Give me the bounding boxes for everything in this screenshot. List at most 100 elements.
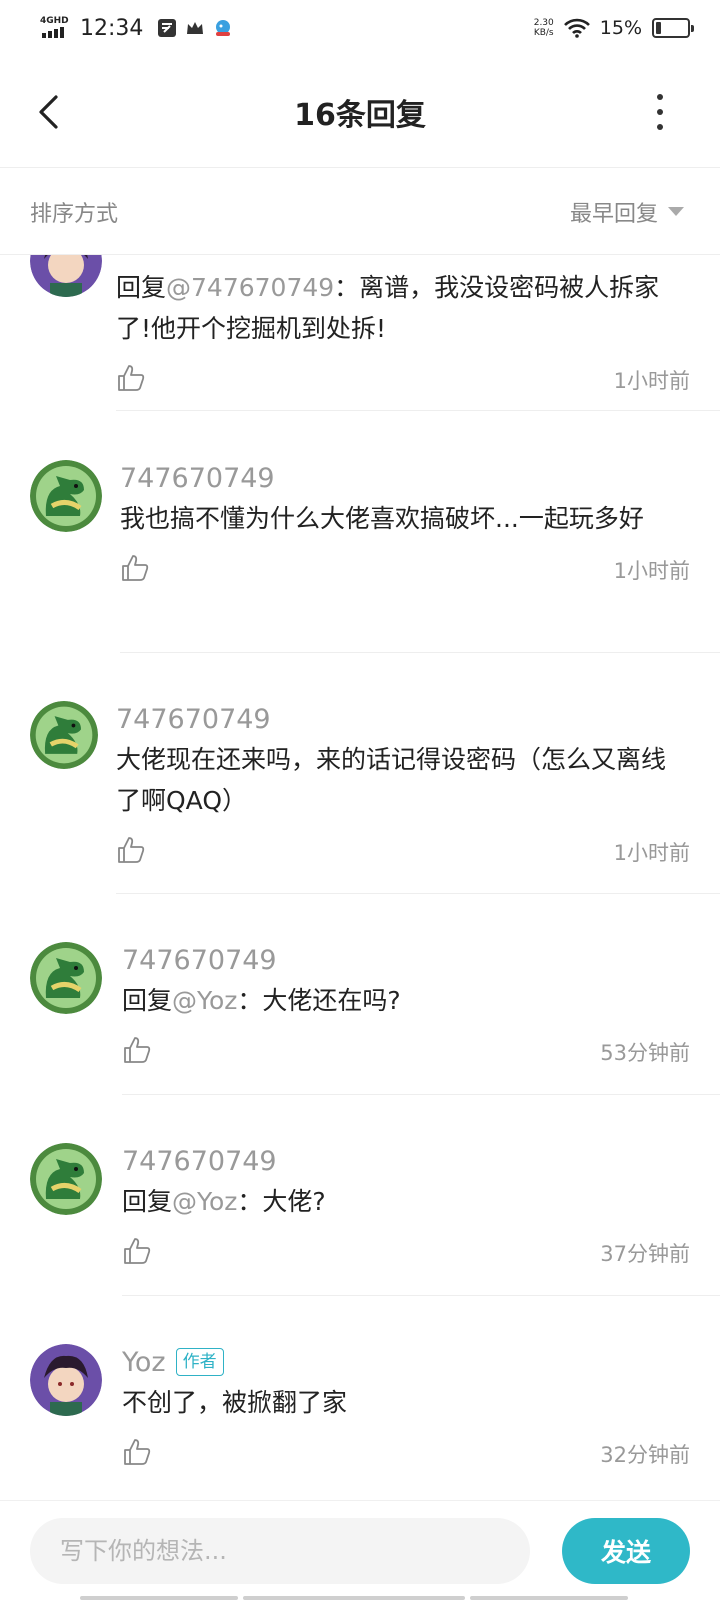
reply-text: 回复@Yoz：大佬还在吗? bbox=[122, 980, 690, 1021]
anime-avatar-image bbox=[30, 255, 102, 297]
status-bar-right: 2.30 KB/s 15% bbox=[534, 17, 694, 39]
like-icon[interactable] bbox=[122, 1035, 152, 1065]
reply-text: 我也搞不懂为什么大佬喜欢搞破坏...一起玩多好 bbox=[120, 498, 690, 539]
reply-footer: 37分钟前 bbox=[122, 1236, 690, 1276]
reply-prefix: 回复 bbox=[116, 273, 167, 302]
caret-down-icon bbox=[668, 207, 684, 216]
reply-divider bbox=[120, 652, 720, 653]
reply-message: ：大佬? bbox=[237, 1187, 326, 1216]
reply-footer: 1小时前 bbox=[116, 835, 690, 875]
reply-content: 747670749 大佬现在还来吗，来的话记得设密码（怎么又离线了啊QAQ） 1… bbox=[116, 701, 690, 875]
like-icon[interactable] bbox=[120, 553, 150, 583]
reply-footer: 53分钟前 bbox=[122, 1035, 690, 1075]
reply-message: 我也搞不懂为什么大佬喜欢搞破坏...一起玩多好 bbox=[120, 504, 644, 533]
reply-message: 不创了，被掀翻了家 bbox=[122, 1388, 348, 1417]
reply-username[interactable]: 747670749 bbox=[122, 1143, 690, 1179]
network-speed-value: 2.30 bbox=[533, 18, 554, 28]
battery-icon bbox=[652, 18, 694, 38]
username-text: 747670749 bbox=[122, 1145, 277, 1177]
sort-bar: 排序方式 最早回复 bbox=[0, 169, 720, 255]
cellular-signal-icon: 4GHD bbox=[40, 16, 70, 40]
crown-icon bbox=[187, 22, 204, 34]
username-text: 747670749 bbox=[120, 462, 275, 494]
network-speed: 2.30 KB/s bbox=[534, 18, 554, 38]
reply-divider bbox=[116, 410, 720, 411]
avatar[interactable] bbox=[30, 1344, 102, 1416]
mention-link[interactable]: @Yoz bbox=[172, 986, 237, 1015]
reply-prefix: 回复 bbox=[122, 986, 173, 1015]
like-icon[interactable] bbox=[122, 1437, 152, 1467]
dino-avatar-image bbox=[30, 460, 102, 532]
avatar[interactable] bbox=[30, 942, 102, 1014]
reply-time: 53分钟前 bbox=[600, 1041, 690, 1065]
reply-time: 1小时前 bbox=[613, 559, 690, 583]
network-speed-unit: KB/s bbox=[533, 28, 554, 38]
header-bar: 16条回复 bbox=[0, 56, 720, 168]
reply-text: 回复@747670749：离谱，我没设密码被人拆家了!他开个挖掘机到处拆! bbox=[116, 267, 690, 349]
reply-username[interactable]: 747670749 bbox=[120, 460, 690, 496]
reply-message: 大佬现在还来吗，来的话记得设密码（怎么又离线了啊QAQ） bbox=[116, 745, 667, 815]
nav-indicator bbox=[80, 1596, 238, 1600]
nav-indicator bbox=[243, 1596, 465, 1600]
page-title: 16条回复 bbox=[294, 97, 426, 133]
avatar[interactable] bbox=[30, 701, 98, 769]
reply-time: 1小时前 bbox=[613, 841, 690, 865]
sort-selected-value: 最早回复 bbox=[569, 201, 658, 227]
dino-avatar-image bbox=[30, 942, 102, 1014]
bird-app-icon bbox=[216, 20, 231, 36]
comment-input[interactable] bbox=[30, 1518, 530, 1584]
sort-label: 排序方式 bbox=[30, 201, 119, 227]
reply-username[interactable]: Yoz 作者 bbox=[122, 1344, 690, 1380]
mention-link[interactable]: @Yoz bbox=[172, 1187, 237, 1216]
like-icon[interactable] bbox=[122, 1236, 152, 1266]
battery-level bbox=[656, 22, 661, 34]
reply-content: 747670749 我也搞不懂为什么大佬喜欢搞破坏...一起玩多好 1小时前 bbox=[120, 460, 690, 593]
reply-username[interactable]: 747670749 bbox=[122, 942, 690, 978]
reply-divider bbox=[122, 1295, 720, 1296]
network-type: 4GHD bbox=[40, 16, 69, 26]
reply-content: 回复@747670749：离谱，我没设密码被人拆家了!他开个挖掘机到处拆! 1小… bbox=[116, 265, 690, 403]
battery-percentage: 15% bbox=[599, 17, 642, 39]
avatar[interactable] bbox=[30, 255, 102, 297]
avatar[interactable] bbox=[30, 460, 102, 532]
avatar[interactable] bbox=[30, 1143, 102, 1215]
username-text: 747670749 bbox=[122, 944, 277, 976]
username-text: Yoz bbox=[122, 1346, 166, 1378]
reply-text: 大佬现在还来吗，来的话记得设密码（怎么又离线了啊QAQ） bbox=[116, 739, 690, 821]
status-bar: 4GHD 12:34 2.30 KB/s 15% bbox=[0, 0, 720, 56]
like-icon[interactable] bbox=[116, 363, 146, 393]
more-options-button[interactable] bbox=[650, 94, 670, 130]
username-text: 747670749 bbox=[116, 703, 271, 735]
reply-footer: 1小时前 bbox=[120, 553, 690, 593]
back-button[interactable] bbox=[28, 92, 68, 132]
send-button[interactable]: 发送 bbox=[562, 1518, 690, 1584]
like-icon[interactable] bbox=[116, 835, 146, 865]
reply-content: Yoz 作者 不创了，被掀翻了家 32分钟前 bbox=[122, 1344, 690, 1477]
dino-avatar-image bbox=[30, 1143, 102, 1215]
mention-link[interactable]: @747670749 bbox=[166, 273, 334, 302]
reply-text: 回复@Yoz：大佬? bbox=[122, 1181, 690, 1222]
chevron-left-icon bbox=[39, 95, 58, 129]
reply-content: 747670749 回复@Yoz：大佬? 37分钟前 bbox=[122, 1143, 690, 1276]
notification-icons bbox=[157, 18, 233, 38]
reply-time: 1小时前 bbox=[613, 369, 690, 393]
reply-text: 不创了，被掀翻了家 bbox=[122, 1382, 690, 1423]
reply-list[interactable]: 回复@747670749：离谱，我没设密码被人拆家了!他开个挖掘机到处拆! 1小… bbox=[0, 255, 720, 1500]
status-bar-left: 4GHD 12:34 bbox=[40, 16, 233, 41]
clock: 12:34 bbox=[80, 15, 144, 41]
anime-avatar-image bbox=[30, 1344, 102, 1416]
reply-username[interactable]: 747670749 bbox=[116, 701, 690, 737]
dino-avatar-image bbox=[30, 701, 98, 769]
more-dots-icon bbox=[657, 94, 663, 100]
reply-content: 747670749 回复@Yoz：大佬还在吗? 53分钟前 bbox=[122, 942, 690, 1075]
comment-input-bar: 发送 bbox=[0, 1500, 720, 1600]
reply-prefix: 回复 bbox=[122, 1187, 173, 1216]
wifi-icon bbox=[563, 18, 590, 38]
reply-footer: 1小时前 bbox=[116, 363, 690, 403]
sort-order-dropdown[interactable]: 最早回复 bbox=[570, 196, 690, 228]
nav-indicator bbox=[470, 1596, 628, 1600]
reply-divider bbox=[122, 1094, 720, 1095]
reply-time: 32分钟前 bbox=[600, 1443, 690, 1467]
reply-divider bbox=[116, 893, 720, 894]
app-notification-icon bbox=[158, 19, 177, 37]
